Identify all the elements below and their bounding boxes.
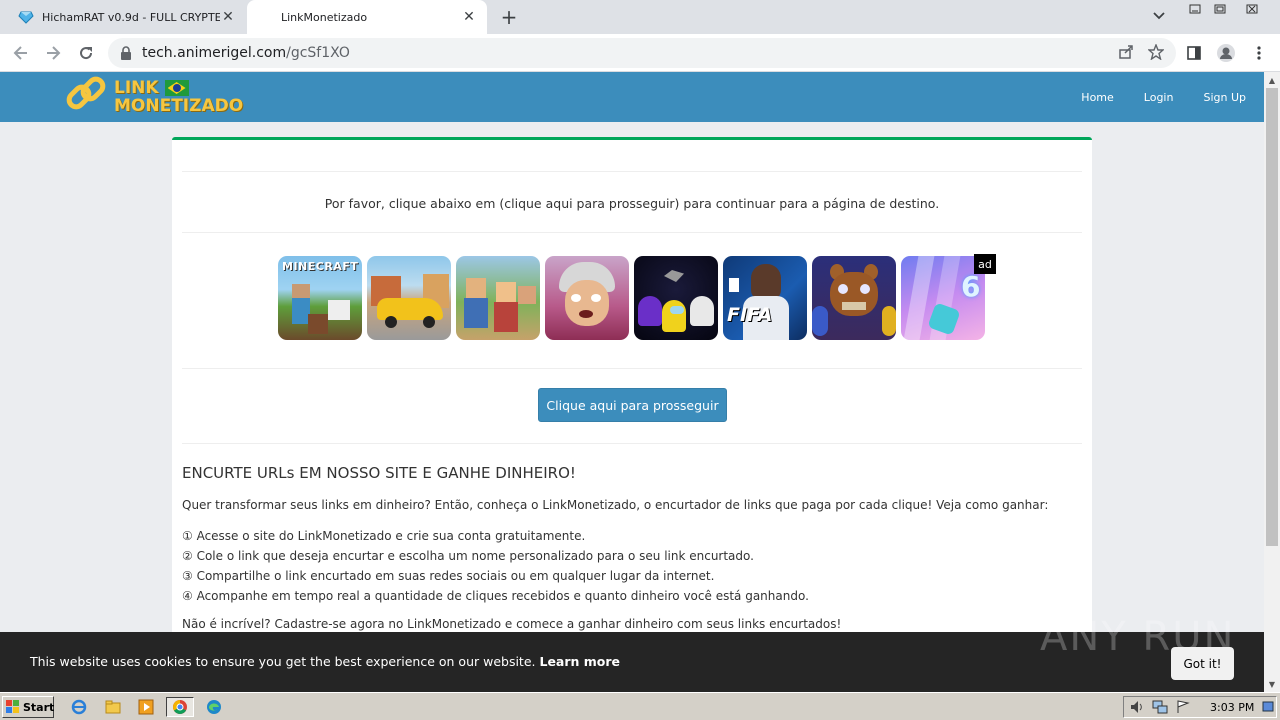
media-player-icon[interactable] <box>136 697 156 717</box>
nav-login[interactable]: Login <box>1144 91 1174 104</box>
ad-tile-among-us[interactable] <box>634 256 718 340</box>
lock-icon[interactable] <box>120 46 132 60</box>
ad-tile-scary-teacher[interactable] <box>545 256 629 340</box>
show-desktop-icon[interactable] <box>1262 700 1274 718</box>
browser-tab-strip: HichamRAT v0.9d - FULL CRYPTERS ✕ LinkMo… <box>0 0 1280 34</box>
scroll-thumb[interactable] <box>1266 88 1278 546</box>
windows-taskbar: Start 3:03 PM <box>0 692 1280 720</box>
nav-signup[interactable]: Sign Up <box>1203 91 1246 104</box>
divider <box>182 171 1082 172</box>
nav-home[interactable]: Home <box>1081 91 1113 104</box>
brazil-flag-icon <box>164 80 189 96</box>
browser-toolbar: tech.animerigel.com/gcSf1XO <box>0 34 1280 72</box>
ad-tile-car-racing[interactable] <box>367 256 451 340</box>
learn-more-link[interactable]: Learn more <box>539 654 620 669</box>
tab-hichamrat[interactable]: HichamRAT v0.9d - FULL CRYPTERS ✕ <box>0 0 246 34</box>
continue-button[interactable]: Clique aqui para prosseguir <box>538 388 727 422</box>
close-tab-icon[interactable]: ✕ <box>220 9 236 25</box>
side-panel-icon[interactable] <box>1183 42 1205 64</box>
cookie-consent-bar: ANY RUN This website uses cookies to ens… <box>0 614 1264 692</box>
diamond-icon <box>18 9 34 25</box>
speaker-icon[interactable] <box>1130 700 1146 718</box>
ad-badge[interactable]: ad <box>974 254 996 274</box>
start-label: Start <box>23 700 55 714</box>
ad-tile-fifa[interactable]: FIFA <box>723 256 807 340</box>
chain-link-icon <box>64 72 110 122</box>
cookie-message: This website uses cookies to ensure you … <box>30 654 620 669</box>
ad-strip: MINECRAFT FIFA 6 <box>278 256 988 340</box>
content-card: Por favor, clique abaixo em (clique aqui… <box>172 137 1092 697</box>
windows-logo-icon <box>6 700 20 714</box>
steps-list: ① Acesse o site do LinkMonetizado e crie… <box>182 526 809 606</box>
list-item: ③ Compartilhe o link encurtado em suas r… <box>182 569 715 583</box>
ad-label: MINECRAFT <box>282 260 359 273</box>
ad-tile-fnaf[interactable] <box>812 256 896 340</box>
list-item: ① Acesse o site do LinkMonetizado e crie… <box>182 529 586 543</box>
got-it-button[interactable]: Got it! <box>1171 647 1234 680</box>
reload-icon[interactable] <box>75 42 97 64</box>
start-button[interactable]: Start <box>2 696 54 718</box>
scroll-down-arrow-icon[interactable]: ▼ <box>1264 676 1280 692</box>
window-close-icon[interactable] <box>1242 2 1262 16</box>
site-logo[interactable]: LINK MONETIZADO <box>64 74 243 120</box>
tab-title: HichamRAT v0.9d - FULL CRYPTERS <box>42 10 220 24</box>
address-bar[interactable]: tech.animerigel.com/gcSf1XO <box>108 38 1176 68</box>
close-tab-icon[interactable]: ✕ <box>461 9 477 25</box>
flag-icon[interactable] <box>1176 700 1190 718</box>
divider <box>182 232 1082 233</box>
forward-arrow-icon[interactable] <box>42 42 64 64</box>
ad-label: FIFA <box>727 304 773 326</box>
ad-tile-minecraft[interactable]: MINECRAFT <box>278 256 362 340</box>
back-arrow-icon[interactable] <box>10 42 32 64</box>
outro-paragraph: Não é incrível? Cadastre-se agora no Lin… <box>182 617 842 631</box>
cookie-text: This website uses cookies to ensure you … <box>30 654 536 669</box>
folder-icon[interactable] <box>103 697 123 717</box>
chrome-taskbar-icon[interactable] <box>166 697 194 717</box>
ad-tile-roblox[interactable] <box>456 256 540 340</box>
site-header: LINK MONETIZADO Home Login Sign Up <box>0 72 1264 122</box>
chevron-down-icon[interactable] <box>1152 9 1170 25</box>
redirect-notice: Por favor, clique abaixo em (clique aqui… <box>324 196 940 211</box>
scroll-up-arrow-icon[interactable]: ▲ <box>1264 72 1280 88</box>
system-tray: 3:03 PM <box>1123 696 1277 718</box>
profile-avatar-icon[interactable] <box>1215 42 1237 64</box>
divider <box>182 368 1082 369</box>
url-host: tech.animerigel.com <box>142 45 287 61</box>
tab-linkmonetizado[interactable]: LinkMonetizado ✕ <box>247 0 487 34</box>
list-item: ② Cole o link que deseja encurtar e esco… <box>182 549 754 563</box>
tab-title: LinkMonetizado <box>281 10 368 24</box>
divider <box>182 443 1082 444</box>
kebab-menu-icon[interactable] <box>1248 42 1270 64</box>
page-scrollbar[interactable]: ▲ ▼ <box>1264 72 1280 692</box>
section-heading: ENCURTE URLs EM NOSSO SITE E GANHE DINHE… <box>182 464 576 482</box>
minimize-icon[interactable] <box>1185 2 1205 16</box>
logo-line2: MONETIZADO <box>114 96 244 116</box>
restore-icon[interactable] <box>1210 2 1230 16</box>
logo-line1: LINK <box>114 78 159 98</box>
ad-label: 6 <box>961 270 981 303</box>
network-icon[interactable] <box>1152 700 1168 718</box>
edge-icon[interactable] <box>204 697 224 717</box>
new-tab-plus-icon[interactable]: + <box>498 5 520 29</box>
ad-tile-tiles-hop[interactable]: 6 <box>901 256 985 340</box>
internet-explorer-icon[interactable] <box>69 697 89 717</box>
list-item: ④ Acompanhe em tempo real a quantidade d… <box>182 589 809 603</box>
clock: 3:03 PM <box>1210 701 1255 714</box>
bookmark-star-icon[interactable] <box>1147 43 1165 64</box>
intro-paragraph: Quer transformar seus links em dinheiro?… <box>182 498 1049 512</box>
site-nav: Home Login Sign Up <box>1081 72 1246 122</box>
url-path: /gcSf1XO <box>286 45 350 61</box>
share-icon[interactable] <box>1118 44 1134 64</box>
